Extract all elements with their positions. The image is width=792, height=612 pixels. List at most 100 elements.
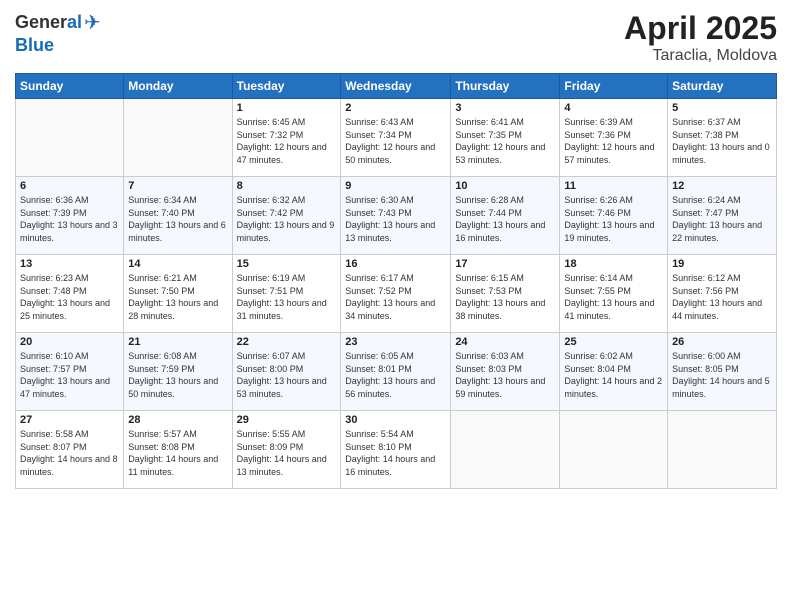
calendar-cell: 25 Sunrise: 6:02 AM Sunset: 8:04 PM Dayli…	[560, 333, 668, 411]
day-number: 10	[455, 180, 555, 192]
day-detail: Sunrise: 6:08 AM Sunset: 7:59 PM Dayligh…	[128, 350, 227, 400]
subtitle: Taraclia, Moldova	[624, 47, 777, 65]
calendar-cell: 20 Sunrise: 6:10 AM Sunset: 7:57 PM Dayli…	[16, 333, 124, 411]
day-detail: Sunrise: 6:30 AM Sunset: 7:43 PM Dayligh…	[345, 194, 446, 244]
logo-general-text: General	[15, 12, 82, 33]
day-number: 5	[672, 102, 772, 114]
logo: General ✈ Blue	[15, 10, 101, 56]
day-number: 1	[237, 102, 337, 114]
day-number: 3	[455, 102, 555, 114]
day-detail: Sunrise: 6:32 AM Sunset: 7:42 PM Dayligh…	[237, 194, 337, 244]
day-detail: Sunrise: 6:39 AM Sunset: 7:36 PM Dayligh…	[564, 116, 663, 166]
day-number: 9	[345, 180, 446, 192]
calendar-week-row: 13 Sunrise: 6:23 AM Sunset: 7:48 PM Dayli…	[16, 255, 777, 333]
calendar-cell	[451, 411, 560, 489]
logo-blue-text: Blue	[15, 35, 54, 56]
day-number: 30	[345, 414, 446, 426]
calendar-cell: 26Sunrise: 6:00 AM Sunset: 8:05 PM Dayli…	[668, 333, 777, 411]
day-number: 18	[564, 258, 663, 270]
calendar-cell: 9 Sunrise: 6:30 AM Sunset: 7:43 PM Daylig…	[341, 177, 451, 255]
calendar-cell: 10 Sunrise: 6:28 AM Sunset: 7:44 PM Dayli…	[451, 177, 560, 255]
day-number: 14	[128, 258, 227, 270]
calendar-cell: 6 Sunrise: 6:36 AM Sunset: 7:39 PM Daylig…	[16, 177, 124, 255]
calendar-week-row: 1 Sunrise: 6:45 AM Sunset: 7:32 PM Daylig…	[16, 99, 777, 177]
calendar-cell: 4 Sunrise: 6:39 AM Sunset: 7:36 PM Daylig…	[560, 99, 668, 177]
calendar-cell: 29 Sunrise: 5:55 AM Sunset: 8:09 PM Dayli…	[232, 411, 341, 489]
day-number: 6	[20, 180, 119, 192]
page: General ✈ Blue April 2025 Taraclia, Mold…	[0, 0, 792, 612]
day-detail: Sunrise: 6:05 AM Sunset: 8:01 PM Dayligh…	[345, 350, 446, 400]
day-number: 29	[237, 414, 337, 426]
day-detail: Sunrise: 6:37 AM Sunset: 7:38 PM Dayligh…	[672, 116, 772, 166]
day-number: 25	[564, 336, 663, 348]
calendar-cell	[668, 411, 777, 489]
day-header-monday: Monday	[124, 74, 232, 99]
day-header-tuesday: Tuesday	[232, 74, 341, 99]
calendar-week-row: 27Sunrise: 5:58 AM Sunset: 8:07 PM Dayli…	[16, 411, 777, 489]
day-detail: Sunrise: 6:14 AM Sunset: 7:55 PM Dayligh…	[564, 272, 663, 322]
day-detail: Sunrise: 6:12 AM Sunset: 7:56 PM Dayligh…	[672, 272, 772, 322]
day-detail: Sunrise: 5:57 AM Sunset: 8:08 PM Dayligh…	[128, 428, 227, 478]
day-number: 24	[455, 336, 555, 348]
calendar-cell: 16 Sunrise: 6:17 AM Sunset: 7:52 PM Dayli…	[341, 255, 451, 333]
day-detail: Sunrise: 6:19 AM Sunset: 7:51 PM Dayligh…	[237, 272, 337, 322]
day-detail: Sunrise: 5:58 AM Sunset: 8:07 PM Dayligh…	[20, 428, 119, 478]
calendar-cell: 21 Sunrise: 6:08 AM Sunset: 7:59 PM Dayli…	[124, 333, 232, 411]
calendar-cell: 11Sunrise: 6:26 AM Sunset: 7:46 PM Dayli…	[560, 177, 668, 255]
day-detail: Sunrise: 6:03 AM Sunset: 8:03 PM Dayligh…	[455, 350, 555, 400]
day-number: 20	[20, 336, 119, 348]
day-number: 4	[564, 102, 663, 114]
calendar-cell: 23 Sunrise: 6:05 AM Sunset: 8:01 PM Dayli…	[341, 333, 451, 411]
day-number: 21	[128, 336, 227, 348]
calendar-cell: 5 Sunrise: 6:37 AM Sunset: 7:38 PM Daylig…	[668, 99, 777, 177]
day-number: 8	[237, 180, 337, 192]
calendar-week-row: 6 Sunrise: 6:36 AM Sunset: 7:39 PM Daylig…	[16, 177, 777, 255]
calendar-cell: 30 Sunrise: 5:54 AM Sunset: 8:10 PM Dayli…	[341, 411, 451, 489]
day-detail: Sunrise: 6:24 AM Sunset: 7:47 PM Dayligh…	[672, 194, 772, 244]
day-number: 23	[345, 336, 446, 348]
day-number: 7	[128, 180, 227, 192]
calendar-cell: 17Sunrise: 6:15 AM Sunset: 7:53 PM Dayli…	[451, 255, 560, 333]
calendar-cell	[560, 411, 668, 489]
day-number: 12	[672, 180, 772, 192]
calendar-week-row: 20 Sunrise: 6:10 AM Sunset: 7:57 PM Dayli…	[16, 333, 777, 411]
calendar-cell: 22 Sunrise: 6:07 AM Sunset: 8:00 PM Dayli…	[232, 333, 341, 411]
day-detail: Sunrise: 6:00 AM Sunset: 8:05 PM Dayligh…	[672, 350, 772, 400]
day-detail: Sunrise: 6:28 AM Sunset: 7:44 PM Dayligh…	[455, 194, 555, 244]
day-detail: Sunrise: 6:02 AM Sunset: 8:04 PM Dayligh…	[564, 350, 663, 400]
day-detail: Sunrise: 6:07 AM Sunset: 8:00 PM Dayligh…	[237, 350, 337, 400]
day-header-friday: Friday	[560, 74, 668, 99]
day-header-saturday: Saturday	[668, 74, 777, 99]
day-detail: Sunrise: 6:34 AM Sunset: 7:40 PM Dayligh…	[128, 194, 227, 244]
calendar-cell: 15 Sunrise: 6:19 AM Sunset: 7:51 PM Dayli…	[232, 255, 341, 333]
calendar-cell: 18 Sunrise: 6:14 AM Sunset: 7:55 PM Dayli…	[560, 255, 668, 333]
title-block: April 2025 Taraclia, Moldova	[624, 10, 777, 65]
calendar-cell: 19 Sunrise: 6:12 AM Sunset: 7:56 PM Dayli…	[668, 255, 777, 333]
day-number: 16	[345, 258, 446, 270]
day-detail: Sunrise: 6:17 AM Sunset: 7:52 PM Dayligh…	[345, 272, 446, 322]
day-detail: Sunrise: 6:43 AM Sunset: 7:34 PM Dayligh…	[345, 116, 446, 166]
day-detail: Sunrise: 6:10 AM Sunset: 7:57 PM Dayligh…	[20, 350, 119, 400]
day-detail: Sunrise: 6:36 AM Sunset: 7:39 PM Dayligh…	[20, 194, 119, 244]
calendar-table: SundayMondayTuesdayWednesdayThursdayFrid…	[15, 73, 777, 489]
main-title: April 2025	[624, 10, 777, 47]
day-number: 19	[672, 258, 772, 270]
day-detail: Sunrise: 6:23 AM Sunset: 7:48 PM Dayligh…	[20, 272, 119, 322]
day-number: 13	[20, 258, 119, 270]
day-detail: Sunrise: 6:41 AM Sunset: 7:35 PM Dayligh…	[455, 116, 555, 166]
calendar-cell	[124, 99, 232, 177]
calendar-cell: 7 Sunrise: 6:34 AM Sunset: 7:40 PM Daylig…	[124, 177, 232, 255]
day-detail: Sunrise: 6:15 AM Sunset: 7:53 PM Dayligh…	[455, 272, 555, 322]
day-detail: Sunrise: 5:54 AM Sunset: 8:10 PM Dayligh…	[345, 428, 446, 478]
day-detail: Sunrise: 6:45 AM Sunset: 7:32 PM Dayligh…	[237, 116, 337, 166]
header: General ✈ Blue April 2025 Taraclia, Mold…	[15, 10, 777, 65]
calendar-cell: 3 Sunrise: 6:41 AM Sunset: 7:35 PM Daylig…	[451, 99, 560, 177]
calendar-cell: 14 Sunrise: 6:21 AM Sunset: 7:50 PM Dayli…	[124, 255, 232, 333]
day-detail: Sunrise: 6:21 AM Sunset: 7:50 PM Dayligh…	[128, 272, 227, 322]
calendar-cell: 27Sunrise: 5:58 AM Sunset: 8:07 PM Dayli…	[16, 411, 124, 489]
day-detail: Sunrise: 5:55 AM Sunset: 8:09 PM Dayligh…	[237, 428, 337, 478]
day-number: 22	[237, 336, 337, 348]
day-number: 15	[237, 258, 337, 270]
calendar-cell: 1 Sunrise: 6:45 AM Sunset: 7:32 PM Daylig…	[232, 99, 341, 177]
calendar-cell: 2Sunrise: 6:43 AM Sunset: 7:34 PM Daylig…	[341, 99, 451, 177]
